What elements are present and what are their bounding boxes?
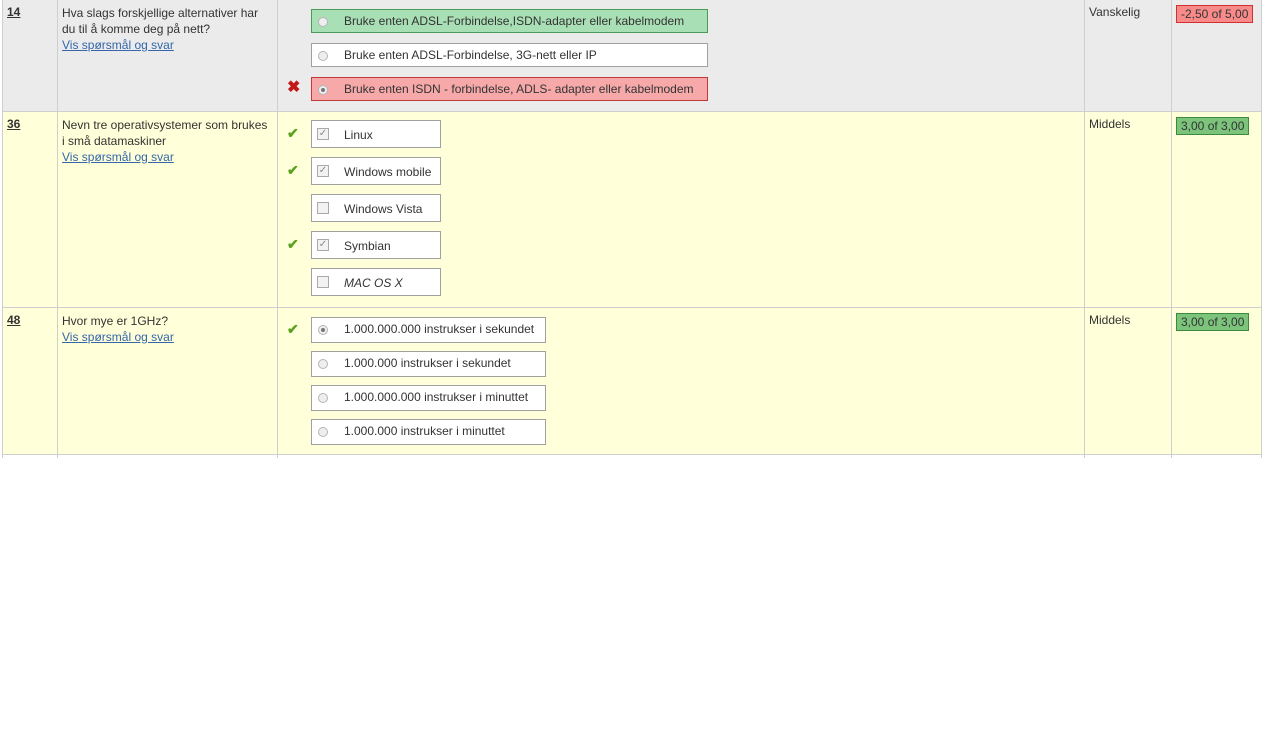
answer-option[interactable]: Bruke enten ADSL-Forbindelse, 3G-nett el…	[311, 43, 708, 67]
checkbox[interactable]	[317, 201, 329, 214]
answer-option[interactable]: ✓ Symbian	[311, 230, 441, 259]
answer-option[interactable]: ✓ Linux	[311, 119, 441, 148]
question-row: 36 Nevn tre operativsystemer som brukes …	[2, 111, 1262, 308]
score-badge: 3,00 of 3,00	[1176, 312, 1250, 331]
answer-option[interactable]: ✓ Windows mobile	[311, 156, 441, 185]
question-row: 14 Hva slags forskjellige alternativer h…	[2, 0, 1262, 112]
difficulty-label: Middels	[1089, 116, 1131, 131]
answer-option[interactable]: 1.000.000 instrukser i minuttet	[311, 418, 546, 445]
answer-label: Windows Vista	[344, 201, 423, 216]
incorrect-cross-icon: ✖	[287, 79, 301, 96]
radio-button-selected[interactable]	[318, 324, 328, 335]
answer-option[interactable]: 1.000.000 instrukser i sekundet	[311, 350, 546, 377]
question-text: Nevn tre operativsystemer som brukes i s…	[62, 117, 268, 148]
question-text: Hva slags forskjellige alternativer har …	[62, 6, 259, 36]
radio-button[interactable]	[318, 51, 328, 61]
correct-check-icon: ✔	[287, 124, 299, 141]
answer-label: Windows mobile	[344, 164, 432, 179]
difficulty-label: Vanskelig	[1089, 5, 1141, 19]
radio-button[interactable]	[318, 358, 328, 369]
show-question-link[interactable]: Vis spørsmål og svar	[62, 149, 273, 165]
answer-label: Bruke enten ISDN - forbindelse, ADLS- ad…	[344, 82, 694, 96]
answer-label: Linux	[344, 127, 373, 142]
question-row: 48 Hvor mye er 1GHz? Vis spørsmål og sva…	[2, 307, 1262, 455]
answer-label: Bruke enten ADSL-Forbindelse,ISDN-adapte…	[344, 14, 685, 28]
answer-label: 1.000.000 instrukser i sekundet	[344, 355, 511, 370]
radio-button-selected[interactable]	[318, 85, 328, 95]
radio-button[interactable]	[318, 426, 328, 437]
radio-button[interactable]	[318, 392, 328, 403]
answer-label: 1.000.000 instrukser i minuttet	[344, 423, 505, 438]
show-question-link[interactable]: Vis spørsmål og svar	[62, 329, 273, 345]
checkbox-checked[interactable]: ✓	[317, 127, 329, 140]
answer-options: ✔ 1.000.000.000 instrukser i sekundet 1.…	[277, 307, 1085, 455]
correct-check-icon: ✔	[287, 235, 299, 252]
checkbox-checked[interactable]: ✓	[317, 238, 329, 251]
checkbox-checked[interactable]: ✓	[317, 164, 329, 177]
question-text: Hvor mye er 1GHz?	[62, 313, 169, 328]
question-number-link[interactable]: 48	[3, 308, 57, 327]
checkbox[interactable]	[317, 275, 329, 288]
score-badge: 3,00 of 3,00	[1176, 116, 1250, 135]
answer-option[interactable]: 1.000.000.000 instrukser i sekundet	[311, 316, 546, 343]
answer-label: MAC OS X	[344, 275, 403, 290]
question-number-link[interactable]: 36	[3, 112, 57, 131]
answer-options: ✔ ✓ Linux ✔ ✓ Windows mobile Windows Vis…	[277, 111, 1085, 308]
question-row-partial	[2, 454, 1262, 458]
answer-option[interactable]: Windows Vista	[311, 193, 441, 222]
show-question-link[interactable]: Vis spørsmål og svar	[62, 37, 273, 53]
radio-button[interactable]	[318, 17, 328, 27]
answer-label: 1.000.000.000 instrukser i minuttet	[344, 389, 529, 404]
answer-label: Bruke enten ADSL-Forbindelse, 3G-nett el…	[344, 48, 597, 62]
answer-label: 1.000.000.000 instrukser i sekundet	[344, 321, 535, 336]
score-badge: -2,50 of 5,00	[1176, 5, 1254, 23]
correct-check-icon: ✔	[287, 161, 299, 178]
answer-option[interactable]: 1.000.000.000 instrukser i minuttet	[311, 384, 546, 411]
answer-option[interactable]: Bruke enten ADSL-Forbindelse,ISDN-adapte…	[311, 9, 708, 33]
answer-label: Symbian	[344, 238, 391, 253]
answer-options: Bruke enten ADSL-Forbindelse,ISDN-adapte…	[277, 0, 1085, 112]
correct-check-icon: ✔	[287, 320, 299, 337]
answer-option[interactable]: Bruke enten ISDN - forbindelse, ADLS- ad…	[311, 77, 708, 101]
quiz-review-table: 14 Hva slags forskjellige alternativer h…	[2, 0, 1262, 458]
difficulty-label: Middels	[1089, 312, 1131, 327]
question-number-link[interactable]: 14	[3, 0, 57, 19]
answer-option[interactable]: MAC OS X	[311, 267, 441, 296]
